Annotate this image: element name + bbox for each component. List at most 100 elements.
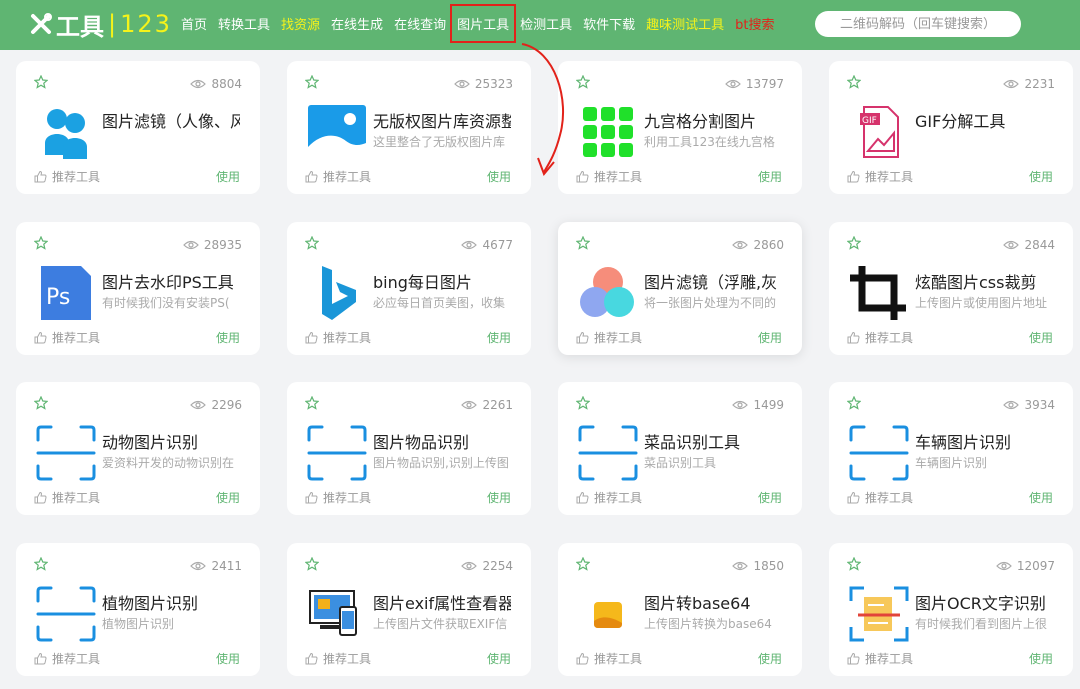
use-button[interactable]: 使用: [216, 489, 240, 506]
tool-card[interactable]: 25323 无版权图片库资源整 这里整合了无版权图片库 推荐工具 使用: [287, 61, 531, 194]
tool-card[interactable]: 2296 动物图片识别 爱资料开发的动物识别在 推荐工具 使用: [16, 382, 260, 515]
tool-card[interactable]: 3934 车辆图片识别 车辆图片识别 推荐工具 使用: [829, 382, 1073, 515]
tool-card[interactable]: 2860 图片滤镜（浮雕,灰 将一张图片处理为不同的 推荐工具 使用: [558, 222, 802, 355]
ocr-icon[interactable]: [848, 585, 910, 643]
recommend-tool[interactable]: 推荐工具: [305, 329, 371, 346]
tool-card[interactable]: 4677 bing每日图片 必应每日首页美图，收集 推荐工具 使用: [287, 222, 531, 355]
use-button[interactable]: 使用: [758, 650, 782, 667]
nav-item-4[interactable]: 在线生成: [331, 14, 383, 33]
nav-item-1[interactable]: 首页: [181, 14, 207, 33]
use-button[interactable]: 使用: [758, 489, 782, 506]
nav-item-6[interactable]: 图片工具: [450, 4, 517, 43]
search-input[interactable]: [815, 11, 1021, 37]
recommend-tool[interactable]: 推荐工具: [576, 489, 642, 506]
star-icon[interactable]: [305, 236, 319, 250]
tool-card[interactable]: 2261 图片物品识别 图片物品识别,识别上传图 推荐工具 使用: [287, 382, 531, 515]
star-icon[interactable]: [576, 557, 590, 571]
star-icon[interactable]: [847, 396, 861, 410]
grid-icon[interactable]: [577, 103, 639, 161]
recommend-tool[interactable]: 推荐工具: [34, 650, 100, 667]
tool-title[interactable]: 图片exif属性查看器: [373, 590, 511, 614]
nav-item-9[interactable]: 趣味测试工具: [646, 14, 724, 33]
bing-icon[interactable]: [306, 264, 368, 322]
recommend-tool[interactable]: 推荐工具: [847, 650, 913, 667]
use-button[interactable]: 使用: [1029, 168, 1053, 185]
recommend-tool[interactable]: 推荐工具: [576, 329, 642, 346]
scan-icon[interactable]: [35, 424, 97, 482]
tool-title[interactable]: 图片去水印PS工具: [102, 269, 240, 293]
tool-title[interactable]: 图片OCR文字识别: [915, 590, 1053, 614]
tool-card[interactable]: 8804 图片滤镜（人像、风 推荐工具 使用: [16, 61, 260, 194]
tool-title[interactable]: 图片转base64: [644, 590, 782, 614]
recommend-tool[interactable]: 推荐工具: [305, 489, 371, 506]
tool-card[interactable]: 13797 九宫格分割图片 利用工具123在线九宫格 推荐工具 使用: [558, 61, 802, 194]
recommend-tool[interactable]: 推荐工具: [847, 168, 913, 185]
color-circles-icon[interactable]: [577, 264, 639, 322]
tool-card[interactable]: 1850 图片转base64 上传图片转换为base64 推荐工具 使用: [558, 543, 802, 676]
recommend-tool[interactable]: 推荐工具: [34, 168, 100, 185]
star-icon[interactable]: [34, 557, 48, 571]
star-icon[interactable]: [305, 557, 319, 571]
use-button[interactable]: 使用: [487, 489, 511, 506]
tool-card[interactable]: 28935 Ps 图片去水印PS工具 有时候我们没有安装PS(推荐工具 使用: [16, 222, 260, 355]
star-icon[interactable]: [305, 396, 319, 410]
tool-title[interactable]: 植物图片识别: [102, 590, 240, 614]
use-button[interactable]: 使用: [216, 650, 240, 667]
site-logo[interactable]: 工具 | 123: [30, 8, 172, 41]
tool-title[interactable]: 无版权图片库资源整: [373, 108, 511, 132]
tool-title[interactable]: 车辆图片识别: [915, 429, 1053, 453]
nav-item-10[interactable]: bt搜索: [735, 14, 774, 33]
recommend-tool[interactable]: 推荐工具: [576, 168, 642, 185]
star-icon[interactable]: [576, 236, 590, 250]
star-icon[interactable]: [847, 236, 861, 250]
nav-item-7[interactable]: 检测工具: [520, 14, 572, 33]
tool-title[interactable]: 图片滤镜（人像、风: [102, 108, 240, 132]
use-button[interactable]: 使用: [1029, 329, 1053, 346]
use-button[interactable]: 使用: [216, 329, 240, 346]
use-button[interactable]: 使用: [1029, 650, 1053, 667]
use-button[interactable]: 使用: [1029, 489, 1053, 506]
scan-icon[interactable]: [577, 424, 639, 482]
star-icon[interactable]: [34, 236, 48, 250]
recommend-tool[interactable]: 推荐工具: [34, 489, 100, 506]
scan-icon[interactable]: [35, 585, 97, 643]
star-icon[interactable]: [34, 396, 48, 410]
tool-title[interactable]: 动物图片识别: [102, 429, 240, 453]
image-icon[interactable]: [306, 103, 368, 161]
tool-card[interactable]: 12097 图片OCR文字识别 有时候我们看到图片上很 推荐工具 使用: [829, 543, 1073, 676]
tool-title[interactable]: 菜品识别工具: [644, 429, 782, 453]
tool-title[interactable]: bing每日图片: [373, 269, 511, 293]
crop-icon[interactable]: [848, 264, 910, 322]
recommend-tool[interactable]: 推荐工具: [305, 650, 371, 667]
tool-title[interactable]: 炫酷图片css裁剪: [915, 269, 1053, 293]
recommend-tool[interactable]: 推荐工具: [305, 168, 371, 185]
star-icon[interactable]: [847, 75, 861, 89]
gif-icon[interactable]: GIF: [848, 103, 910, 161]
scan-icon[interactable]: [306, 424, 368, 482]
use-button[interactable]: 使用: [487, 168, 511, 185]
use-button[interactable]: 使用: [758, 329, 782, 346]
use-button[interactable]: 使用: [758, 168, 782, 185]
silhouette-icon[interactable]: [35, 103, 97, 161]
nav-item-5[interactable]: 在线查询: [394, 14, 446, 33]
photo-small-icon[interactable]: [577, 585, 639, 643]
scan-icon[interactable]: [848, 424, 910, 482]
tool-card[interactable]: 2844 炫酷图片css裁剪 上传图片或使用图片地址 推荐工具 使用: [829, 222, 1073, 355]
tool-card[interactable]: 2231 GIF GIF分解工具 推荐工具 使用: [829, 61, 1073, 194]
devices-icon[interactable]: [306, 585, 368, 643]
tool-card[interactable]: 1499 菜品识别工具 菜品识别工具 推荐工具 使用: [558, 382, 802, 515]
tool-title[interactable]: 图片物品识别: [373, 429, 511, 453]
nav-item-8[interactable]: 软件下载: [583, 14, 635, 33]
star-icon[interactable]: [576, 75, 590, 89]
use-button[interactable]: 使用: [216, 168, 240, 185]
recommend-tool[interactable]: 推荐工具: [847, 329, 913, 346]
nav-item-2[interactable]: 转换工具: [218, 14, 270, 33]
recommend-tool[interactable]: 推荐工具: [576, 650, 642, 667]
use-button[interactable]: 使用: [487, 650, 511, 667]
star-icon[interactable]: [576, 396, 590, 410]
tool-title[interactable]: GIF分解工具: [915, 108, 1053, 132]
tool-title[interactable]: 图片滤镜（浮雕,灰: [644, 269, 782, 293]
recommend-tool[interactable]: 推荐工具: [34, 329, 100, 346]
ps-icon[interactable]: Ps: [35, 264, 97, 322]
tool-card[interactable]: 2411 植物图片识别 植物图片识别 推荐工具 使用: [16, 543, 260, 676]
